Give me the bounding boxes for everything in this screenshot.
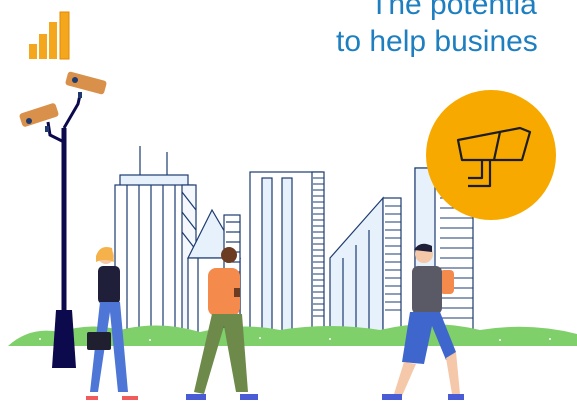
hero-illustration: The potentia to help busines bbox=[0, 0, 577, 402]
cctv-camera-icon bbox=[65, 71, 107, 98]
building-3 bbox=[249, 171, 325, 337]
signal-bars-icon bbox=[29, 11, 70, 60]
building-1 bbox=[114, 174, 197, 336]
security-camera-badge bbox=[426, 90, 556, 220]
camera-pole bbox=[19, 71, 107, 368]
building-4 bbox=[329, 196, 402, 337]
cctv-camera-icon bbox=[19, 103, 59, 132]
city-scene bbox=[8, 11, 577, 400]
